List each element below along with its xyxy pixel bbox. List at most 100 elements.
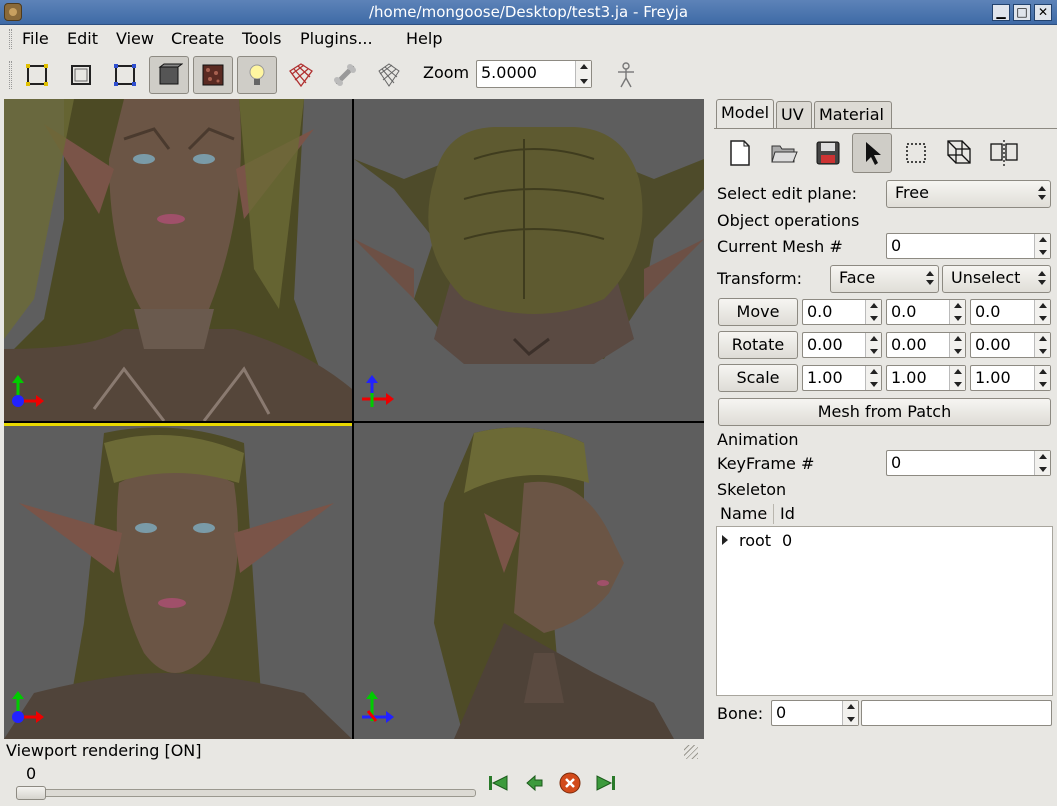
select-vertex-icon[interactable] (17, 56, 57, 94)
pointer-select-icon[interactable] (852, 133, 892, 173)
open-folder-icon[interactable] (764, 133, 804, 173)
axis-gizmo (362, 691, 394, 723)
rewind-icon[interactable] (486, 772, 510, 794)
expand-triangle-icon[interactable] (722, 535, 728, 545)
rect-select-icon[interactable] (896, 133, 936, 173)
grid-icon[interactable] (369, 56, 409, 94)
current-mesh-spinbox[interactable]: 0 (886, 233, 1051, 259)
rotate-button[interactable]: Rotate (718, 331, 798, 359)
keyframe-spinbox[interactable]: 0 (886, 450, 1051, 476)
menu-view[interactable]: View (116, 29, 154, 48)
current-mesh-spin-arrows[interactable] (1034, 234, 1050, 258)
menu-tools[interactable]: Tools (242, 29, 281, 48)
tree-row-id[interactable]: 0 (782, 531, 792, 550)
spin-arrows[interactable] (1034, 366, 1050, 390)
rotate-x-value: 0.00 (807, 335, 843, 354)
keyframe-spin-arrows[interactable] (1034, 451, 1050, 475)
timeline-slider[interactable] (16, 789, 476, 797)
scale-z-spinbox[interactable]: 1.00 (970, 365, 1051, 391)
bone-value: 0 (776, 703, 787, 722)
mesh-from-patch-button[interactable]: Mesh from Patch (718, 398, 1051, 426)
tab-divider (714, 128, 1057, 129)
current-mesh-label: Current Mesh # (717, 237, 843, 256)
toolbar: Zoom 5.0000 (0, 53, 1057, 97)
viewport-top-top-right[interactable] (354, 99, 704, 421)
window-title: /home/mongoose/Desktop/test3.ja - Freyja (368, 3, 689, 21)
wireframe-mesh-icon[interactable] (281, 56, 321, 94)
move-y-value: 0.0 (891, 302, 917, 321)
bone-spin-arrows[interactable] (842, 701, 858, 725)
light-icon[interactable] (237, 56, 277, 94)
stop-icon[interactable] (558, 772, 582, 794)
status-text: Viewport rendering [ON] (6, 741, 202, 760)
move-button[interactable]: Move (718, 298, 798, 326)
spin-arrows[interactable] (949, 366, 965, 390)
close-button[interactable]: ✕ (1034, 4, 1052, 21)
scale-x-spinbox[interactable]: 1.00 (802, 365, 882, 391)
fast-forward-icon[interactable] (594, 772, 618, 794)
menu-help[interactable]: Help (406, 29, 442, 48)
spin-arrows[interactable] (865, 300, 881, 324)
skeleton-figure-icon[interactable] (606, 56, 646, 94)
spin-arrows[interactable] (865, 333, 881, 357)
menu-plugins[interactable]: Plugins... (300, 29, 373, 48)
bone-name-field[interactable] (861, 700, 1052, 726)
spin-arrows[interactable] (1034, 300, 1050, 324)
scale-button[interactable]: Scale (718, 364, 798, 392)
save-disk-icon[interactable] (808, 133, 848, 173)
transform-target-value: Face (839, 268, 876, 287)
spin-arrows[interactable] (949, 333, 965, 357)
scale-z-value: 1.00 (975, 368, 1011, 387)
resize-grip[interactable] (684, 745, 698, 759)
viewport-front-top-left[interactable] (4, 99, 352, 421)
box-select-icon[interactable] (105, 56, 145, 94)
play-icon[interactable] (522, 772, 546, 794)
toolbar-grip[interactable] (9, 61, 12, 89)
new-file-icon[interactable] (720, 133, 760, 173)
rotate-z-spinbox[interactable]: 0.00 (970, 332, 1051, 358)
rotate-y-spinbox[interactable]: 0.00 (886, 332, 966, 358)
move-z-spinbox[interactable]: 0.0 (970, 299, 1051, 325)
solid-view-icon[interactable] (149, 56, 189, 94)
skeleton-tree[interactable]: root 0 (716, 526, 1053, 696)
zoom-spin-arrows[interactable] (575, 61, 591, 87)
scale-y-spinbox[interactable]: 1.00 (886, 365, 966, 391)
zoom-label: Zoom (423, 63, 470, 82)
transform-target-select[interactable]: Face (830, 265, 939, 293)
tree-row-name[interactable]: root (739, 531, 771, 550)
transform-action-value: Unselect (951, 268, 1021, 287)
tree-column-id[interactable]: Id (780, 504, 795, 523)
timeline-slider-thumb[interactable] (16, 786, 46, 800)
menu-create[interactable]: Create (171, 29, 224, 48)
transform-action-select[interactable]: Unselect (942, 265, 1051, 293)
spin-arrows[interactable] (1034, 333, 1050, 357)
move-x-value: 0.0 (807, 302, 833, 321)
scale-x-value: 1.00 (807, 368, 843, 387)
menu-edit[interactable]: Edit (67, 29, 98, 48)
minimize-button[interactable]: ▁ (992, 4, 1010, 21)
menu-file[interactable]: File (22, 29, 49, 48)
edit-plane-select[interactable]: Free (886, 180, 1051, 208)
maximize-button[interactable]: □ (1013, 4, 1031, 21)
texture-view-icon[interactable] (193, 56, 233, 94)
box-icon[interactable] (61, 56, 101, 94)
viewport-side-bottom-right[interactable] (354, 423, 704, 739)
zoom-spinbox[interactable]: 5.0000 (476, 60, 592, 88)
move-y-spinbox[interactable]: 0.0 (886, 299, 966, 325)
tab-material[interactable]: Material (814, 101, 892, 128)
chevron-updown-icon (1038, 185, 1046, 201)
viewport-front-bottom-left[interactable] (4, 423, 352, 739)
menubar-grip[interactable] (9, 29, 12, 49)
rotate-x-spinbox[interactable]: 0.00 (802, 332, 882, 358)
tab-model[interactable]: Model (716, 99, 774, 129)
tree-column-name[interactable]: Name (720, 504, 767, 523)
vertex-move-icon[interactable] (940, 133, 980, 173)
bone-icon[interactable] (325, 56, 365, 94)
bone-spinbox[interactable]: 0 (771, 700, 859, 726)
tab-uv[interactable]: UV (776, 101, 812, 128)
spin-arrows[interactable] (949, 300, 965, 324)
chevron-updown-icon (926, 270, 934, 286)
move-x-spinbox[interactable]: 0.0 (802, 299, 882, 325)
spin-arrows[interactable] (865, 366, 881, 390)
mirror-icon[interactable] (984, 133, 1024, 173)
